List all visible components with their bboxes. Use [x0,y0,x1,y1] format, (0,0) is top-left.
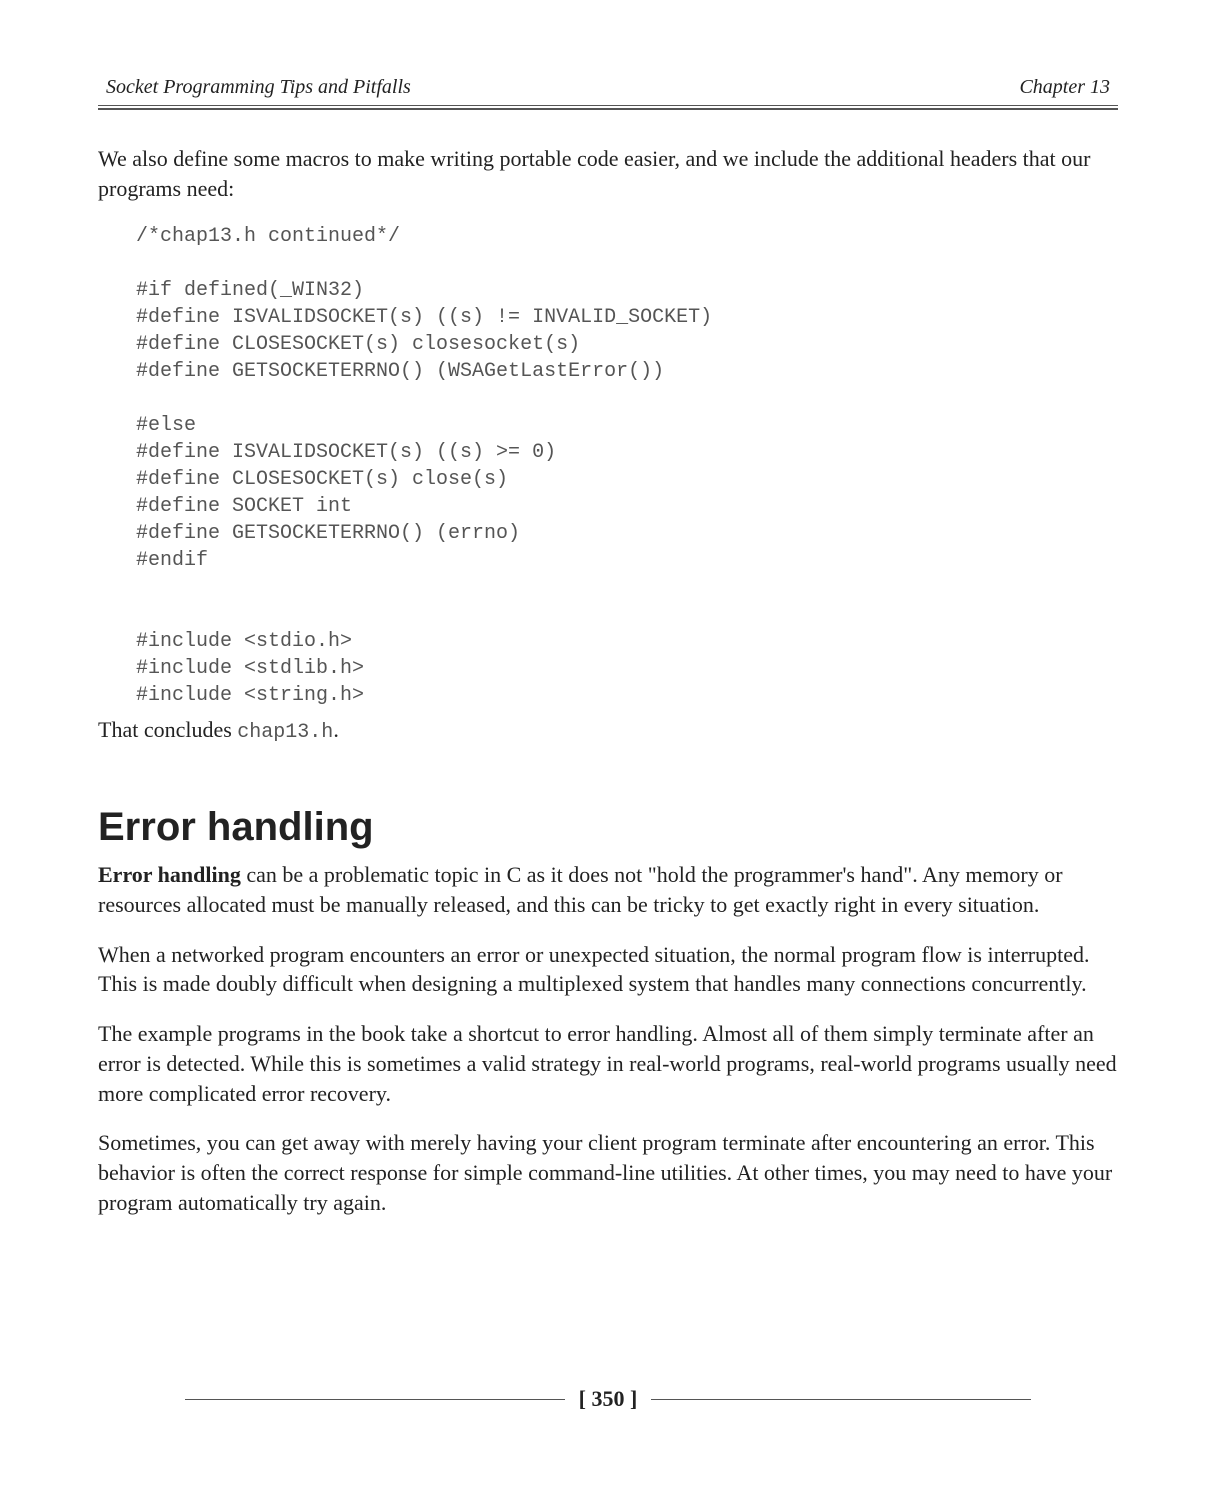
running-header-left: Socket Programming Tips and Pitfalls [106,76,411,99]
footer-rule-left [185,1399,565,1400]
body: We also define some macros to make writi… [98,144,1118,1217]
page-footer: [ 350 ] [0,1386,1216,1412]
page: Socket Programming Tips and Pitfalls Cha… [0,0,1216,1500]
code-block: /*chap13.h continued*/ #if defined(_WIN3… [136,223,1118,709]
conclude-code: chap13.h [237,721,333,744]
running-header: Socket Programming Tips and Pitfalls Cha… [98,76,1118,103]
paragraph-2: When a networked program encounters an e… [98,940,1118,999]
paragraph-1-rest: can be a problematic topic in C as it do… [98,862,1063,917]
conclude-suffix: . [333,717,339,742]
section-heading: Error handling [98,800,1118,854]
conclude-prefix: That concludes [98,717,237,742]
paragraph-1-bold: Error handling [98,862,241,887]
running-header-right: Chapter 13 [1019,76,1110,99]
footer-rule-right [651,1399,1031,1400]
paragraph-3: The example programs in the book take a … [98,1019,1118,1108]
conclude-line: That concludes chap13.h. [98,715,1118,746]
intro-paragraph: We also define some macros to make writi… [98,144,1118,203]
paragraph-1: Error handling can be a problematic topi… [98,860,1118,919]
header-rule [98,105,1118,110]
paragraph-4: Sometimes, you can get away with merely … [98,1128,1118,1217]
page-number: [ 350 ] [569,1386,648,1412]
